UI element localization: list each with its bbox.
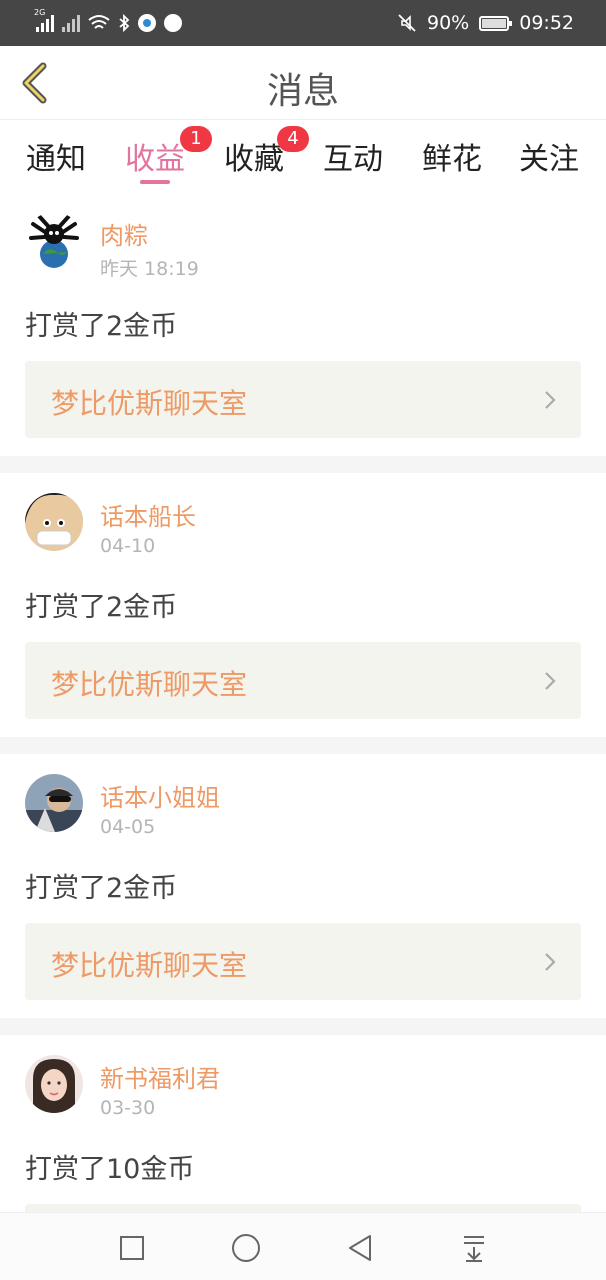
chevron-right-icon — [545, 953, 556, 971]
tab-notifications[interactable]: 通知 — [15, 134, 97, 178]
chevron-right-icon — [545, 672, 556, 690]
divider — [0, 456, 606, 473]
list-item: 话本船长 04-10 打赏了2金币 梦比优斯聊天室 — [0, 473, 606, 737]
tab-label: 互动 — [323, 142, 383, 177]
unread-badge: 1 — [180, 126, 212, 152]
tab-earnings[interactable]: 收益 1 — [114, 126, 212, 184]
avatar[interactable] — [25, 212, 83, 270]
target-title: 梦比优斯聊天室 — [51, 668, 248, 701]
triangle-back-icon — [349, 1235, 371, 1261]
chevron-right-icon — [545, 391, 556, 409]
page-title: 消息 — [266, 71, 339, 112]
target-title: 梦比优斯聊天室 — [51, 387, 248, 420]
user-name[interactable]: 肉粽 — [100, 216, 148, 251]
list-item: 话本小姐姐 04-05 打赏了2金币 梦比优斯聊天室 — [0, 754, 606, 1018]
avatar-image — [25, 212, 83, 270]
battery-icon — [479, 15, 513, 31]
target-title: 梦比优斯聊天室 — [51, 949, 248, 982]
signal-icon: 2G — [34, 8, 54, 32]
active-tab-indicator — [140, 180, 170, 184]
status-icons-right: 90% 09:52 — [397, 10, 574, 36]
tab-flowers[interactable]: 鲜花 — [411, 134, 493, 178]
timestamp: 03-30 — [100, 1097, 156, 1119]
target-link[interactable]: 梦比优斯聊天室 — [25, 923, 581, 1000]
tab-follows[interactable]: 关注 — [508, 134, 590, 178]
avatar-image — [25, 493, 83, 551]
app-header: 消息 — [0, 46, 606, 120]
status-icons-left: 2G — [34, 8, 182, 36]
pull-down-icon — [464, 1236, 484, 1262]
tab-label: 通知 — [26, 142, 86, 177]
message-text: 打赏了2金币 — [25, 311, 178, 342]
message-list: 肉粽 昨天 18:19 打赏了2金币 梦比优斯聊天室 话本船长 04-10 打赏… — [0, 192, 606, 1280]
battery-percent: 90% — [427, 12, 470, 34]
back-nav-button[interactable] — [343, 1231, 377, 1265]
message-text: 打赏了2金币 — [25, 592, 178, 623]
tab-favorites[interactable]: 收藏 4 — [213, 126, 309, 178]
tab-label: 鲜花 — [422, 142, 482, 177]
wifi-icon — [88, 15, 110, 29]
target-link[interactable]: 梦比优斯聊天室 — [25, 642, 581, 719]
send-app-icon — [164, 14, 182, 32]
tab-bar: 通知 收益 1 收藏 4 互动 鲜花 关注 — [0, 120, 606, 192]
unread-badge: 4 — [277, 126, 309, 152]
bluetooth-icon — [119, 14, 130, 32]
avatar[interactable] — [25, 493, 83, 551]
mute-icon — [398, 14, 416, 32]
timestamp: 昨天 18:19 — [100, 258, 199, 280]
browser-app-icon — [138, 14, 156, 32]
avatar-image — [25, 774, 83, 832]
recent-apps-button[interactable] — [115, 1231, 149, 1265]
avatar-image — [25, 1055, 83, 1113]
square-icon — [120, 1236, 144, 1260]
clock: 09:52 — [519, 12, 574, 34]
notification-pull-button[interactable] — [457, 1231, 491, 1265]
network-type-label: 2G — [34, 8, 46, 17]
tab-label: 关注 — [519, 142, 579, 177]
home-button[interactable] — [229, 1231, 263, 1265]
user-name[interactable]: 新书福利君 — [100, 1059, 220, 1094]
timestamp: 04-10 — [100, 535, 156, 557]
signal-icon-secondary — [62, 14, 80, 32]
user-name[interactable]: 话本小姐姐 — [100, 778, 220, 813]
user-name[interactable]: 话本船长 — [100, 497, 196, 532]
timestamp: 04-05 — [100, 816, 156, 838]
system-nav-bar — [0, 1212, 606, 1280]
avatar[interactable] — [25, 774, 83, 832]
tab-label: 收益 — [125, 142, 185, 177]
tab-label: 收藏 — [224, 142, 284, 177]
tab-interactions[interactable]: 互动 — [312, 134, 394, 178]
circle-icon — [232, 1234, 260, 1262]
status-bar: 2G 90% 09:52 — [0, 0, 606, 46]
divider — [0, 1018, 606, 1035]
divider — [0, 737, 606, 754]
avatar[interactable] — [25, 1055, 83, 1113]
target-link[interactable]: 梦比优斯聊天室 — [25, 361, 581, 438]
message-text: 打赏了10金币 — [25, 1154, 195, 1185]
message-text: 打赏了2金币 — [25, 873, 178, 904]
list-item: 肉粽 昨天 18:19 打赏了2金币 梦比优斯聊天室 — [0, 192, 606, 456]
